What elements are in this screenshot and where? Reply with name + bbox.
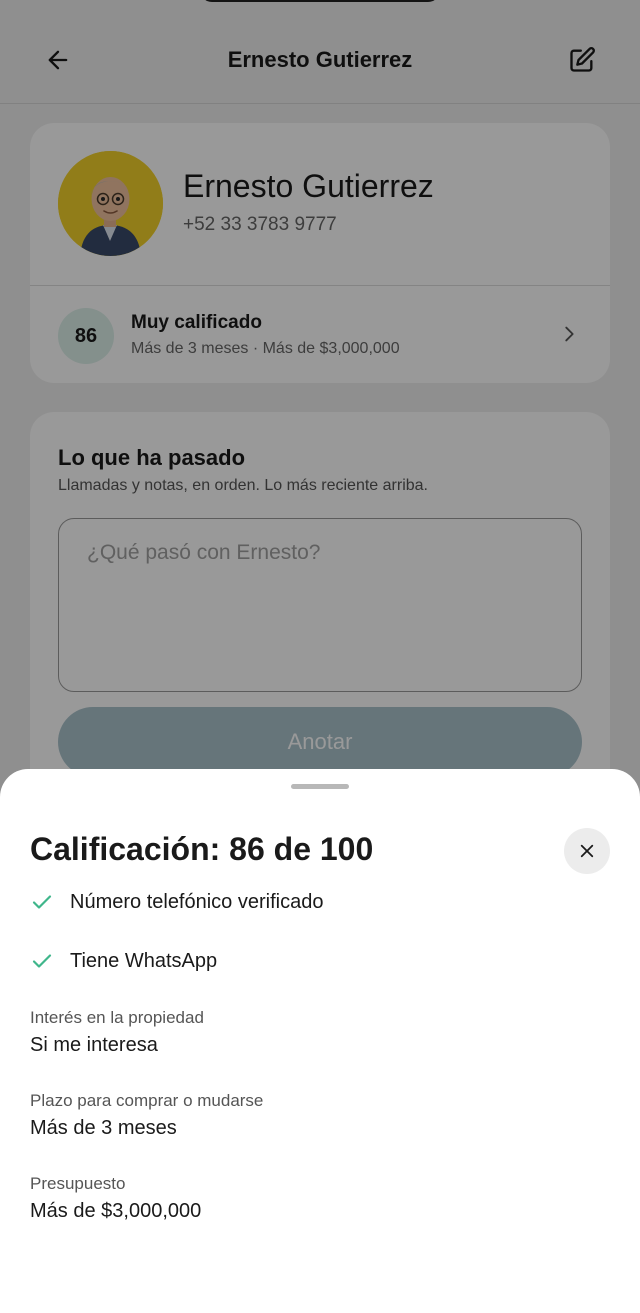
field-label-budget: Presupuesto	[30, 1174, 126, 1193]
field-label-timeline: Plazo para comprar o mudarse	[30, 1091, 264, 1110]
check-icon	[32, 895, 52, 909]
field-label-interest: Interés en la propiedad	[30, 1008, 204, 1027]
check-label: Número telefónico verificado	[70, 890, 324, 913]
sheet-title: Calificación: 86 de 100	[30, 831, 374, 867]
sheet-drag-handle[interactable]	[291, 784, 349, 789]
field-value-budget: Más de $3,000,000	[30, 1200, 202, 1222]
rating-bottom-sheet: Calificación: 86 de 100 Número telefónic…	[0, 769, 640, 1313]
check-label: Tiene WhatsApp	[70, 949, 218, 972]
check-icon	[32, 954, 52, 968]
check-whatsapp: Tiene WhatsApp	[30, 949, 217, 973]
field-value-interest: Si me interesa	[30, 1034, 158, 1056]
close-icon	[580, 844, 594, 858]
check-phone-verified: Número telefónico verificado	[30, 890, 323, 914]
field-value-timeline: Más de 3 meses	[30, 1117, 177, 1139]
close-button[interactable]	[564, 828, 610, 874]
